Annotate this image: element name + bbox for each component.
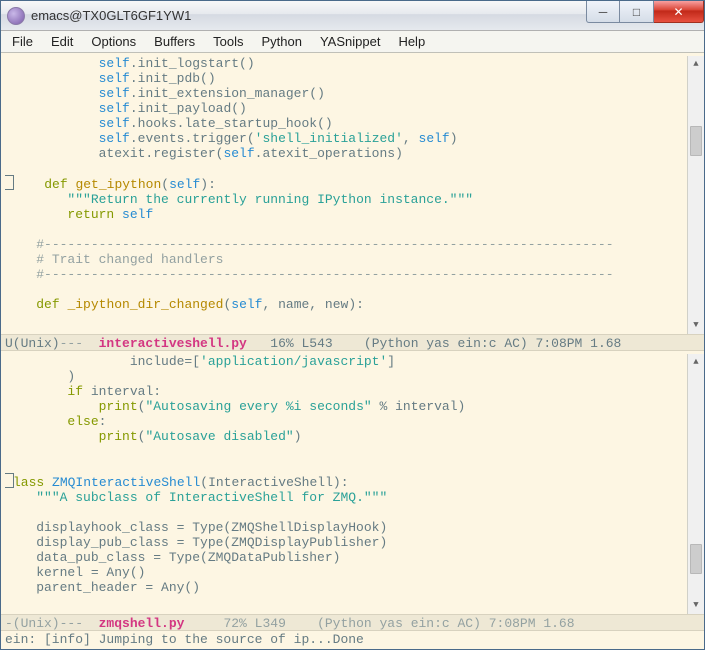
- minibuffer[interactable]: ein: [info] Jumping to the source of ip.…: [1, 631, 704, 649]
- code-line[interactable]: ): [5, 369, 687, 384]
- editor-pane-top[interactable]: self.init_logstart() self.init_pdb() sel…: [1, 53, 704, 334]
- code-line[interactable]: parent_header = Any(): [5, 580, 687, 595]
- code-line[interactable]: [5, 459, 687, 474]
- modeline-bottom[interactable]: -(Unix) --- zmqshell.py 72% L349 (Python…: [1, 614, 704, 631]
- menu-buffers[interactable]: Buffers: [145, 32, 204, 51]
- code-line[interactable]: def _ipython_dir_changed(self, name, new…: [5, 297, 687, 312]
- code-line[interactable]: self.events.trigger('shell_initialized',…: [5, 131, 687, 146]
- menu-help[interactable]: Help: [389, 32, 434, 51]
- code-line[interactable]: [5, 595, 687, 610]
- code-line[interactable]: atexit.register(self.atexit_operations): [5, 146, 687, 161]
- code-area-top[interactable]: self.init_logstart() self.init_pdb() sel…: [5, 56, 687, 334]
- menu-yasnippet[interactable]: YASnippet: [311, 32, 389, 51]
- code-line[interactable]: return self: [5, 207, 687, 222]
- menu-edit[interactable]: Edit: [42, 32, 82, 51]
- scroll-up-icon[interactable]: ▲: [688, 354, 704, 371]
- scrollbar-bottom[interactable]: ▲ ▼: [687, 354, 704, 614]
- code-line[interactable]: self.init_logstart(): [5, 56, 687, 71]
- scroll-down-icon[interactable]: ▼: [688, 597, 704, 614]
- code-line[interactable]: [5, 444, 687, 459]
- menu-tools[interactable]: Tools: [204, 32, 252, 51]
- app-icon: [7, 7, 25, 25]
- code-line[interactable]: #---------------------------------------…: [5, 267, 687, 282]
- menu-file[interactable]: File: [3, 32, 42, 51]
- maximize-button[interactable]: □: [620, 1, 654, 23]
- ml-clock: 7:08PM 1.68: [528, 335, 622, 350]
- ml-dashes: ---: [60, 335, 83, 350]
- scrollbar-top[interactable]: ▲ ▼: [687, 56, 704, 334]
- code-line[interactable]: [5, 282, 687, 297]
- code-line[interactable]: [5, 505, 687, 520]
- modeline-top[interactable]: U(Unix) --- interactiveshell.py 16% L543…: [1, 334, 704, 351]
- menu-python[interactable]: Python: [252, 32, 310, 51]
- ml-buffer-name: interactiveshell.py: [99, 335, 247, 350]
- code-line[interactable]: displayhook_class = Type(ZMQShellDisplay…: [5, 520, 687, 535]
- code-line[interactable]: print("Autosave disabled"): [5, 429, 687, 444]
- menubar: File Edit Options Buffers Tools Python Y…: [1, 31, 704, 53]
- client-area: self.init_logstart() self.init_pdb() sel…: [1, 53, 704, 649]
- code-line[interactable]: kernel = Any(): [5, 565, 687, 580]
- code-line[interactable]: self.init_payload(): [5, 101, 687, 116]
- window-title: emacs@TX0GLT6GF1YW1: [31, 8, 586, 23]
- ml-coding: U(Unix): [5, 335, 60, 350]
- ml-buffer-name: zmqshell.py: [99, 615, 185, 630]
- ml-position: 16% L543: [247, 335, 333, 350]
- code-line[interactable]: self.hooks.late_startup_hook(): [5, 116, 687, 131]
- code-line[interactable]: def get_ipython(self):: [5, 176, 687, 192]
- code-area-bottom[interactable]: include=['application/javascript'] ) if …: [5, 354, 687, 614]
- ml-modes: (Python yas ein:c AC): [333, 335, 528, 350]
- code-line[interactable]: self.init_extension_manager(): [5, 86, 687, 101]
- code-line[interactable]: include=['application/javascript']: [5, 354, 687, 369]
- code-line[interactable]: data_pub_class = Type(ZMQDataPublisher): [5, 550, 687, 565]
- ml-modes: (Python yas ein:c AC): [286, 615, 481, 630]
- scroll-thumb-bottom[interactable]: [690, 544, 702, 574]
- code-line[interactable]: lass ZMQInteractiveShell(InteractiveShel…: [5, 474, 687, 490]
- code-line[interactable]: print("Autosaving every %i seconds" % in…: [5, 399, 687, 414]
- ml-coding: -(Unix): [5, 615, 60, 630]
- window-buttons: ─ □ ✕: [586, 1, 704, 30]
- code-line[interactable]: else:: [5, 414, 687, 429]
- close-button[interactable]: ✕: [654, 1, 704, 23]
- code-line[interactable]: display_pub_class = Type(ZMQDisplayPubli…: [5, 535, 687, 550]
- menu-options[interactable]: Options: [82, 32, 145, 51]
- scroll-up-icon[interactable]: ▲: [688, 56, 704, 73]
- editor-pane-bottom[interactable]: include=['application/javascript'] ) if …: [1, 351, 704, 614]
- code-line[interactable]: """A subclass of InteractiveShell for ZM…: [5, 490, 687, 505]
- ml-clock: 7:08PM 1.68: [481, 615, 575, 630]
- code-line[interactable]: #---------------------------------------…: [5, 237, 687, 252]
- scroll-thumb-top[interactable]: [690, 126, 702, 156]
- ml-position: 72% L349: [184, 615, 285, 630]
- scroll-down-icon[interactable]: ▼: [688, 317, 704, 334]
- minimize-button[interactable]: ─: [586, 1, 620, 23]
- code-line[interactable]: """Return the currently running IPython …: [5, 192, 687, 207]
- code-line[interactable]: if interval:: [5, 384, 687, 399]
- code-line[interactable]: [5, 222, 687, 237]
- code-line[interactable]: self.init_pdb(): [5, 71, 687, 86]
- code-line[interactable]: # Trait changed handlers: [5, 252, 687, 267]
- titlebar[interactable]: emacs@TX0GLT6GF1YW1 ─ □ ✕: [1, 1, 704, 31]
- code-line[interactable]: [5, 161, 687, 176]
- ml-dashes: ---: [60, 615, 83, 630]
- app-window: emacs@TX0GLT6GF1YW1 ─ □ ✕ File Edit Opti…: [0, 0, 705, 650]
